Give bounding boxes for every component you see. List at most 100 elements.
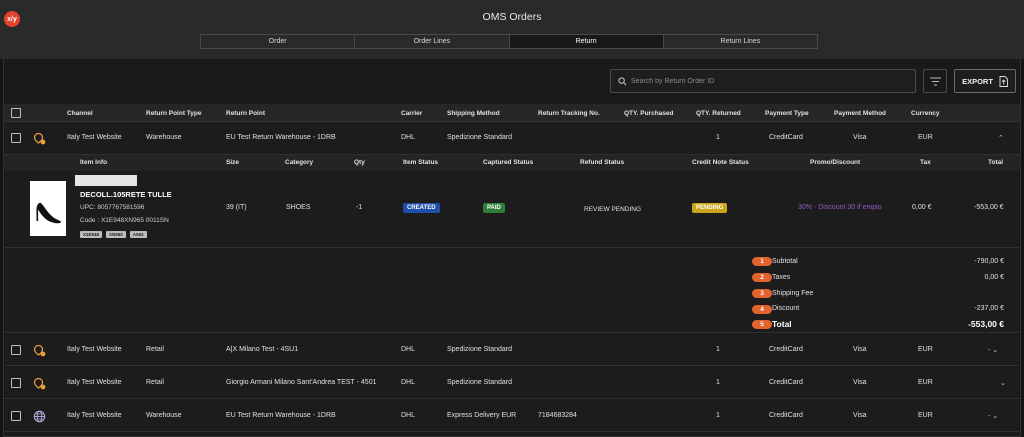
table-row[interactable]: Italy Test Website Retail Giorgio Armani… xyxy=(4,367,1020,399)
col-return-point-type[interactable]: Return Point Type xyxy=(146,110,202,117)
page-title: OMS Orders xyxy=(482,11,542,23)
subcol-tax: Tax xyxy=(920,159,931,166)
table-row[interactable]: Italy Test Website Warehouse EU Test Ret… xyxy=(4,400,1020,432)
cell-payment-type: CreditCard xyxy=(769,346,803,353)
item-total: -553,00 € xyxy=(974,204,1004,211)
cell-channel: Italy Test Website xyxy=(67,379,122,386)
product-thumbnail xyxy=(30,181,66,236)
row-checkbox[interactable] xyxy=(11,411,21,421)
cell-carrier: DHL xyxy=(401,412,416,419)
export-icon xyxy=(999,75,1008,87)
taxes-label: Taxes xyxy=(772,274,791,281)
item-status-badge: CREATED xyxy=(403,203,440,213)
subcol-refund-status: Refund Status xyxy=(580,159,625,166)
totals-section xyxy=(4,248,1020,333)
table-row[interactable]: Italy Test Website Retail A|X Milano Tes… xyxy=(4,334,1020,366)
cell-channel: Italy Test Website xyxy=(67,346,122,353)
totals-step-badge: 4 xyxy=(752,305,772,314)
cell-qty-returned: 1 xyxy=(716,134,720,141)
filter-icon xyxy=(929,77,941,85)
collapse-toggle[interactable]: ⌃ xyxy=(998,134,1004,142)
total-label: Total xyxy=(772,319,792,329)
cell-payment-type: CreditCard xyxy=(769,134,803,141)
cell-shipping-method: Spedizione Standard xyxy=(447,346,512,353)
subcol-captured-status: Captured Status xyxy=(483,159,534,166)
tab-order-lines[interactable]: Order Lines xyxy=(355,35,510,48)
cell-tracking: 7184683284 xyxy=(538,412,577,419)
totals-step-badge: 3 xyxy=(752,289,772,298)
col-carrier[interactable]: Carrier xyxy=(401,110,422,117)
refund-status: REVIEW PENDING xyxy=(584,206,642,213)
discount-label: Discount xyxy=(772,305,800,312)
store-pickup-icon xyxy=(33,344,46,357)
tab-return[interactable]: Return xyxy=(509,35,664,48)
app-header: x/y OMS Orders Order Order Lines Return … xyxy=(0,0,1024,59)
totals-step-badge: 5 xyxy=(752,320,772,329)
col-qty-purchased[interactable]: QTY. Purchased xyxy=(624,110,674,117)
cell-payment-type: CreditCard xyxy=(769,412,803,419)
table-row[interactable]: Italy Test Website Warehouse EU Test Ret… xyxy=(4,122,1020,155)
col-return-point[interactable]: Return Point xyxy=(226,110,265,117)
subcol-item-status: Item Status xyxy=(403,159,439,166)
totals-step-badge: 1 xyxy=(752,257,772,266)
cell-payment-type: CreditCard xyxy=(769,379,803,386)
cell-currency: EUR xyxy=(918,134,933,141)
cell-return-point: A|X Milano Test - 4SU1 xyxy=(226,346,299,353)
item-qty: -1 xyxy=(356,204,363,211)
item-name: DECOLL.105RETE TULLE xyxy=(80,190,172,199)
expand-toggle[interactable]: ⌄ xyxy=(1000,379,1006,387)
subcol-qty: Qty xyxy=(354,159,365,166)
subcol-promo: Promo/Discount xyxy=(810,159,861,166)
export-button[interactable]: EXPORT xyxy=(954,69,1016,93)
cell-payment-method: Visa xyxy=(853,412,867,419)
tab-order[interactable]: Order xyxy=(201,35,356,48)
cell-return-point: Giorgio Armani Milano Sant'Andrea TEST -… xyxy=(226,379,377,386)
item-tag: A083 xyxy=(129,231,147,238)
item-tags: X1E948 XN965 A083 xyxy=(80,229,151,238)
cell-shipping-method: Spedizione Standard xyxy=(447,379,512,386)
item-size: 39 (IT) xyxy=(226,204,247,211)
cell-currency: EUR xyxy=(918,346,933,353)
item-tax: 0,00 € xyxy=(912,204,932,211)
promo-discount: 30% - Discount 30 if empio xyxy=(798,204,882,211)
credit-note-status-badge: PENDING xyxy=(692,203,728,213)
cell-return-point-type: Warehouse xyxy=(146,134,182,141)
cell-payment-method: Visa xyxy=(853,346,867,353)
taxes-value: 0,00 € xyxy=(984,274,1004,281)
col-qty-returned[interactable]: QTY. Returned xyxy=(696,110,741,117)
cell-payment-method: Visa xyxy=(853,134,867,141)
totals-step-badge: 2 xyxy=(752,273,772,282)
row-checkbox[interactable] xyxy=(11,378,21,388)
subcol-credit-note-status: Credit Note Status xyxy=(692,159,749,166)
search-input[interactable] xyxy=(631,73,911,89)
tab-return-lines[interactable]: Return Lines xyxy=(663,35,817,48)
cell-return-point-type: Warehouse xyxy=(146,412,182,419)
expand-toggle[interactable]: - ⌄ xyxy=(988,346,998,354)
subcol-item-info: Item Info xyxy=(80,159,108,166)
col-payment-type[interactable]: Payment Type xyxy=(765,110,809,117)
cell-shipping-method: Express Delivery EUR xyxy=(447,412,517,419)
col-currency[interactable]: Currency xyxy=(911,110,940,117)
cell-carrier: DHL xyxy=(401,346,416,353)
item-tag: XN965 xyxy=(106,231,126,238)
item-tag: X1E948 xyxy=(80,231,103,238)
col-channel[interactable]: Channel xyxy=(67,110,93,117)
shoe-image xyxy=(36,202,61,224)
col-payment-method[interactable]: Payment Method xyxy=(834,110,886,117)
row-checkbox[interactable] xyxy=(11,133,21,143)
col-return-tracking[interactable]: Return Tracking No. xyxy=(538,110,600,117)
cell-return-point: EU Test Return Warehouse - 1DRB xyxy=(226,412,336,419)
select-all-checkbox[interactable] xyxy=(11,108,21,118)
filter-button[interactable] xyxy=(923,69,947,93)
cell-qty-returned: 1 xyxy=(716,379,720,386)
row-checkbox[interactable] xyxy=(11,345,21,355)
item-category: SHOES xyxy=(286,204,311,211)
search-box xyxy=(610,69,916,93)
store-pickup-icon xyxy=(33,132,46,145)
col-shipping-method[interactable]: Shipping Method xyxy=(447,110,500,117)
subtotal-value: -790,00 € xyxy=(974,258,1004,265)
store-pickup-icon xyxy=(33,377,46,390)
redacted-label xyxy=(75,175,137,186)
expand-toggle[interactable]: - ⌄ xyxy=(988,412,998,420)
cell-channel: Italy Test Website xyxy=(67,134,122,141)
